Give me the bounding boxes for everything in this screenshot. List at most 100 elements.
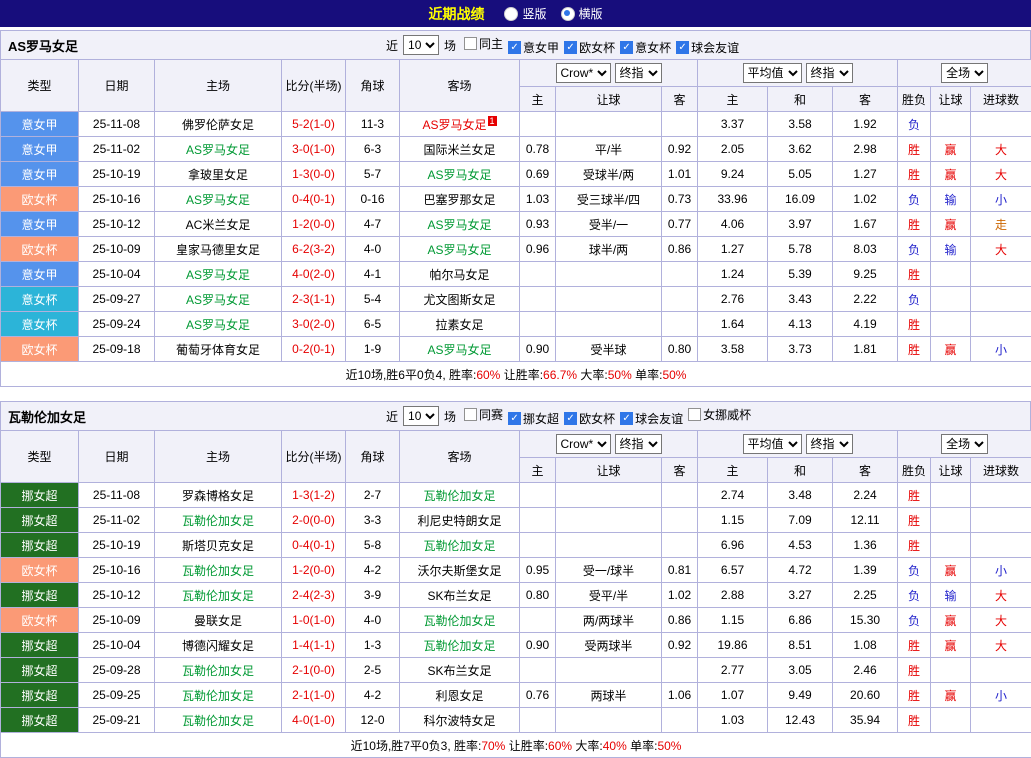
- league-badge[interactable]: 欧女杯: [1, 558, 79, 583]
- radio-icon[interactable]: [504, 7, 518, 21]
- league-badge[interactable]: 意女杯: [1, 287, 79, 312]
- fullmatch-select[interactable]: 全场: [941, 434, 988, 454]
- league-badge[interactable]: 挪女超: [1, 583, 79, 608]
- filter-checkbox[interactable]: 挪女超: [508, 410, 559, 427]
- home-team[interactable]: AS罗马女足: [155, 287, 282, 312]
- away-team[interactable]: 科尔波特女足: [400, 708, 520, 733]
- away-team[interactable]: 拉素女足: [400, 312, 520, 337]
- away-team[interactable]: 瓦勒伦加女足: [400, 533, 520, 558]
- away-team[interactable]: 利尼史特朗女足: [400, 508, 520, 533]
- home-team[interactable]: 瓦勒伦加女足: [155, 708, 282, 733]
- away-team[interactable]: 沃尔夫斯堡女足: [400, 558, 520, 583]
- home-team[interactable]: AC米兰女足: [155, 212, 282, 237]
- score[interactable]: 2-3(1-1): [282, 287, 346, 312]
- league-badge[interactable]: 意女甲: [1, 212, 79, 237]
- home-team[interactable]: 皇家马德里女足: [155, 237, 282, 262]
- filter-checkbox[interactable]: 同赛: [464, 406, 503, 423]
- league-badge[interactable]: 意女甲: [1, 112, 79, 137]
- score[interactable]: 3-0(2-0): [282, 312, 346, 337]
- league-badge[interactable]: 挪女超: [1, 633, 79, 658]
- score[interactable]: 1-2(0-0): [282, 558, 346, 583]
- away-team[interactable]: 帕尔马女足: [400, 262, 520, 287]
- filter-checkbox[interactable]: 意女杯: [620, 39, 671, 56]
- home-team[interactable]: 博德闪耀女足: [155, 633, 282, 658]
- league-badge[interactable]: 挪女超: [1, 508, 79, 533]
- checkbox-icon[interactable]: [676, 41, 689, 54]
- home-team[interactable]: AS罗马女足: [155, 312, 282, 337]
- match-count-select[interactable]: 10: [403, 35, 439, 55]
- checkbox-icon[interactable]: [508, 41, 521, 54]
- league-badge[interactable]: 挪女超: [1, 533, 79, 558]
- league-badge[interactable]: 欧女杯: [1, 237, 79, 262]
- home-team[interactable]: 佛罗伦萨女足: [155, 112, 282, 137]
- asia-odds-time-select[interactable]: 终指: [615, 434, 662, 454]
- home-team[interactable]: 瓦勒伦加女足: [155, 508, 282, 533]
- score[interactable]: 0-4(0-1): [282, 187, 346, 212]
- league-badge[interactable]: 意女甲: [1, 262, 79, 287]
- home-team[interactable]: 瓦勒伦加女足: [155, 583, 282, 608]
- league-badge[interactable]: 欧女杯: [1, 337, 79, 362]
- home-team[interactable]: 葡萄牙体育女足: [155, 337, 282, 362]
- home-team[interactable]: 瓦勒伦加女足: [155, 683, 282, 708]
- filter-checkbox[interactable]: 欧女杯: [564, 410, 615, 427]
- score[interactable]: 1-3(0-0): [282, 162, 346, 187]
- euro-bookmaker-select[interactable]: 平均值: [743, 63, 802, 83]
- fullmatch-select[interactable]: 全场: [941, 63, 988, 83]
- score[interactable]: 6-2(3-2): [282, 237, 346, 262]
- radio-horizontal-layout[interactable]: 横版: [561, 5, 603, 22]
- score[interactable]: 0-2(0-1): [282, 337, 346, 362]
- filter-checkbox[interactable]: 同主: [464, 35, 503, 52]
- league-badge[interactable]: 挪女超: [1, 683, 79, 708]
- away-team[interactable]: 巴塞罗那女足: [400, 187, 520, 212]
- score[interactable]: 2-0(0-0): [282, 508, 346, 533]
- league-badge[interactable]: 欧女杯: [1, 608, 79, 633]
- away-team[interactable]: AS罗马女足: [400, 237, 520, 262]
- score[interactable]: 2-1(1-0): [282, 683, 346, 708]
- home-team[interactable]: 曼联女足: [155, 608, 282, 633]
- checkbox-icon[interactable]: [620, 41, 633, 54]
- filter-checkbox[interactable]: 欧女杯: [564, 39, 615, 56]
- checkbox-icon[interactable]: [464, 37, 477, 50]
- away-team[interactable]: SK布兰女足: [400, 583, 520, 608]
- league-badge[interactable]: 意女甲: [1, 162, 79, 187]
- score[interactable]: 4-0(2-0): [282, 262, 346, 287]
- filter-checkbox[interactable]: 球会友谊: [620, 410, 683, 427]
- home-team[interactable]: 瓦勒伦加女足: [155, 658, 282, 683]
- radio-vertical-layout[interactable]: 竖版: [504, 5, 546, 22]
- match-count-select[interactable]: 10: [403, 406, 439, 426]
- away-team[interactable]: 瓦勒伦加女足: [400, 608, 520, 633]
- checkbox-icon[interactable]: [508, 412, 521, 425]
- league-badge[interactable]: 意女杯: [1, 312, 79, 337]
- euro-odds-time-select[interactable]: 终指: [806, 63, 853, 83]
- league-badge[interactable]: 挪女超: [1, 708, 79, 733]
- checkbox-icon[interactable]: [564, 412, 577, 425]
- score[interactable]: 4-0(1-0): [282, 708, 346, 733]
- radio-selected-icon[interactable]: [561, 7, 575, 21]
- score[interactable]: 2-1(0-0): [282, 658, 346, 683]
- score[interactable]: 1-3(1-2): [282, 483, 346, 508]
- score[interactable]: 5-2(1-0): [282, 112, 346, 137]
- away-team[interactable]: AS罗马女足: [400, 212, 520, 237]
- away-team[interactable]: 国际米兰女足: [400, 137, 520, 162]
- home-team[interactable]: 瓦勒伦加女足: [155, 558, 282, 583]
- league-badge[interactable]: 意女甲: [1, 137, 79, 162]
- away-team[interactable]: AS罗马女足: [400, 337, 520, 362]
- euro-bookmaker-select[interactable]: 平均值: [743, 434, 802, 454]
- home-team[interactable]: AS罗马女足: [155, 262, 282, 287]
- filter-checkbox[interactable]: 球会友谊: [676, 39, 739, 56]
- score[interactable]: 1-2(0-0): [282, 212, 346, 237]
- home-team[interactable]: 拿玻里女足: [155, 162, 282, 187]
- home-team[interactable]: 罗森博格女足: [155, 483, 282, 508]
- score[interactable]: 3-0(1-0): [282, 137, 346, 162]
- score[interactable]: 2-4(2-3): [282, 583, 346, 608]
- league-badge[interactable]: 挪女超: [1, 658, 79, 683]
- away-team[interactable]: 瓦勒伦加女足: [400, 483, 520, 508]
- away-team[interactable]: SK布兰女足: [400, 658, 520, 683]
- filter-checkbox[interactable]: 女挪威杯: [688, 406, 751, 423]
- away-team[interactable]: 利恩女足: [400, 683, 520, 708]
- home-team[interactable]: AS罗马女足: [155, 187, 282, 212]
- checkbox-icon[interactable]: [688, 408, 701, 421]
- away-team[interactable]: 瓦勒伦加女足: [400, 633, 520, 658]
- league-badge[interactable]: 挪女超: [1, 483, 79, 508]
- home-team[interactable]: 斯塔贝克女足: [155, 533, 282, 558]
